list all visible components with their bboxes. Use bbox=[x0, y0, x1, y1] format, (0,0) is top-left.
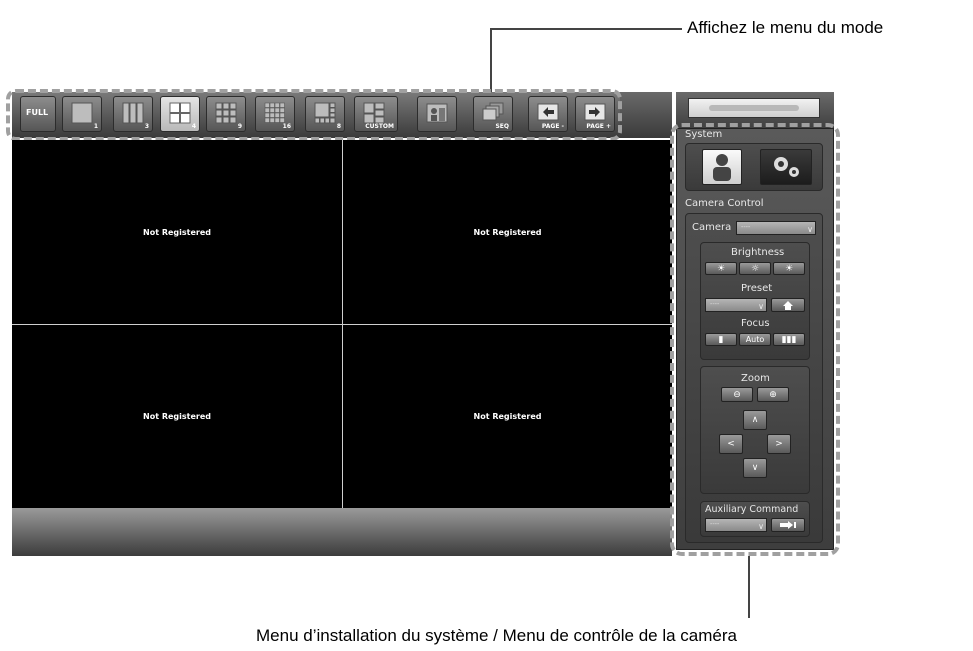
video-grid: Not Registered Not Registered Not Regist… bbox=[12, 140, 672, 508]
device-name-field bbox=[688, 98, 820, 118]
leader-line-top-vertical bbox=[490, 28, 492, 92]
leader-line-top bbox=[490, 28, 682, 30]
panel-highlight bbox=[670, 123, 840, 556]
status-bar bbox=[12, 508, 672, 556]
device-name-blurred bbox=[709, 105, 799, 111]
cell-status: Not Registered bbox=[143, 227, 211, 237]
video-cell[interactable]: Not Registered bbox=[343, 140, 672, 324]
toolbar-highlight bbox=[6, 89, 622, 141]
cell-status: Not Registered bbox=[473, 412, 542, 421]
toolbar-spacer bbox=[620, 92, 672, 138]
video-cell[interactable]: Not Registered bbox=[12, 140, 342, 324]
callout-system-menu: Menu d’installation du système / Menu de… bbox=[256, 626, 737, 645]
cell-status: Not Registered bbox=[143, 412, 211, 421]
video-cell[interactable]: Not Registered bbox=[343, 325, 672, 508]
leader-line-bottom bbox=[748, 556, 750, 618]
grid-divider bbox=[12, 324, 672, 325]
cell-status: Not Registered bbox=[473, 227, 542, 237]
video-cell[interactable]: Not Registered bbox=[12, 325, 342, 508]
callout-mode-menu: Affichez le menu du mode bbox=[687, 18, 884, 37]
